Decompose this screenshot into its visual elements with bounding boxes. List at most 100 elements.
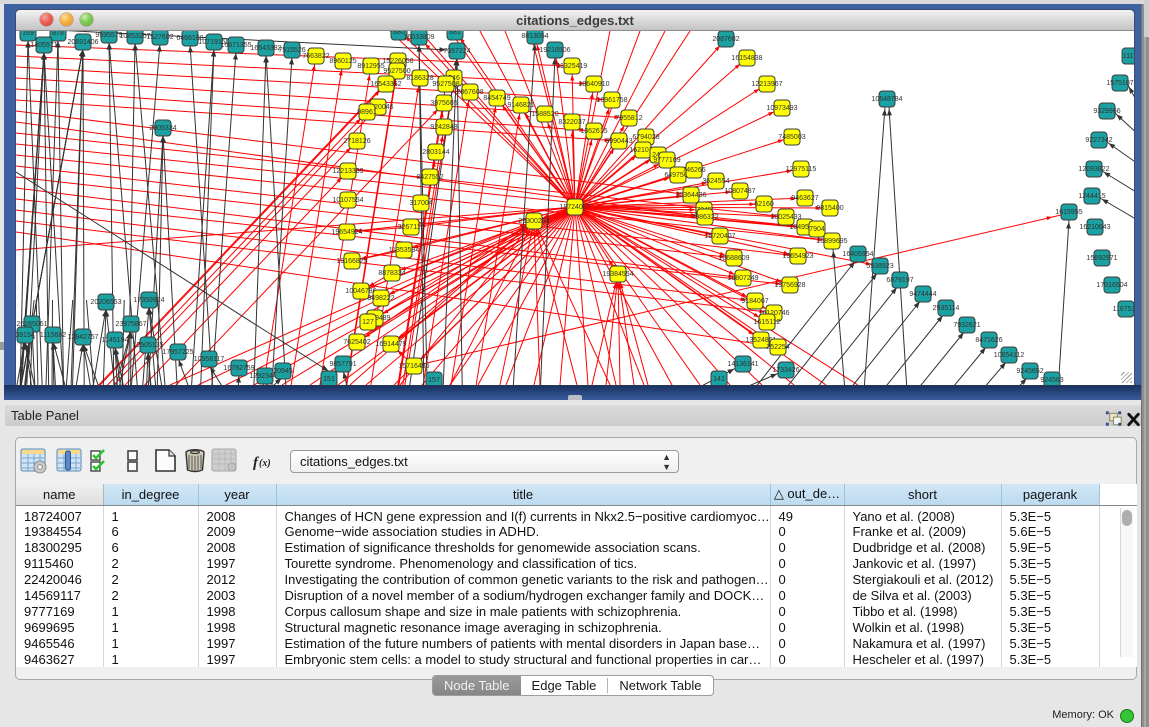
svg-text:5938923: 5938923 xyxy=(866,263,893,270)
svg-text:9463627: 9463627 xyxy=(791,195,818,202)
svg-text:19654924: 19654924 xyxy=(331,229,362,236)
svg-text:9474444: 9474444 xyxy=(909,291,936,298)
svg-text:8471626: 8471626 xyxy=(975,337,1002,344)
svg-text:127: 127 xyxy=(362,319,374,326)
svg-text:12213369: 12213369 xyxy=(332,168,363,175)
svg-text:1115682: 1115682 xyxy=(40,332,66,339)
svg-text:39154: 39154 xyxy=(16,332,35,339)
svg-text:9815400: 9815400 xyxy=(816,205,843,212)
svg-text:15716485: 15716485 xyxy=(398,363,429,370)
svg-text:16914479: 16914479 xyxy=(375,341,406,348)
svg-text:18640910: 18640910 xyxy=(578,81,609,88)
svg-text:1575107: 1575107 xyxy=(1106,80,1133,87)
svg-text:11353594: 11353594 xyxy=(389,247,420,254)
svg-text:20364436: 20364436 xyxy=(675,192,706,199)
svg-text:16782759: 16782759 xyxy=(223,365,254,372)
svg-text:19654923: 19654923 xyxy=(782,253,813,260)
svg-text:2867608: 2867608 xyxy=(456,89,483,96)
svg-text:252254: 252254 xyxy=(766,344,789,351)
svg-text:8990443: 8990443 xyxy=(605,138,632,145)
svg-text:1733426: 1733426 xyxy=(772,367,799,374)
svg-text:1405571: 1405571 xyxy=(30,42,57,49)
svg-text:8427552: 8427552 xyxy=(416,174,443,181)
svg-text:8186328: 8186328 xyxy=(406,75,433,82)
svg-text:16543362: 16543362 xyxy=(370,81,401,88)
svg-text:8912955: 8912955 xyxy=(357,63,384,70)
svg-text:16961758: 16961758 xyxy=(596,97,627,104)
svg-text:19384554: 19384554 xyxy=(602,271,633,278)
svg-text:7625402: 7625402 xyxy=(343,339,370,346)
svg-text:141: 141 xyxy=(713,376,725,383)
svg-text:20945: 20945 xyxy=(273,368,293,375)
svg-text:9245652: 9245652 xyxy=(1016,368,1043,375)
svg-text:11325419: 11325419 xyxy=(557,63,588,70)
svg-text:14136141: 14136141 xyxy=(727,361,758,368)
svg-text:1145194: 1145194 xyxy=(102,337,129,344)
svg-text:1112: 1112 xyxy=(1123,53,1134,60)
svg-text:1527602: 1527602 xyxy=(146,34,173,41)
svg-text:8322037: 8322037 xyxy=(558,119,585,126)
svg-text:16210643: 16210643 xyxy=(1079,224,1110,231)
svg-text:16543382: 16543382 xyxy=(250,45,281,52)
svg-text:15692971: 15692971 xyxy=(1086,255,1117,262)
svg-text:12213967: 12213967 xyxy=(751,81,782,88)
svg-text:2718126: 2718126 xyxy=(343,138,370,145)
svg-text:7663822: 7663822 xyxy=(302,53,329,60)
svg-text:881: 881 xyxy=(449,31,461,36)
svg-text:2803144: 2803144 xyxy=(422,149,449,156)
svg-text:1167533: 1167533 xyxy=(1113,306,1134,313)
svg-text:10899695: 10899695 xyxy=(816,238,847,245)
svg-text:7932621: 7932621 xyxy=(953,322,980,329)
svg-text:1615955: 1615955 xyxy=(1055,209,1082,216)
svg-text:7904: 7904 xyxy=(809,226,825,233)
svg-text:3498222: 3498222 xyxy=(367,295,394,302)
svg-text:10648784: 10648784 xyxy=(871,96,902,103)
svg-text:23975867: 23975867 xyxy=(115,321,146,328)
svg-text:17359924: 17359924 xyxy=(133,297,164,304)
svg-text:12505135: 12505135 xyxy=(132,342,163,349)
svg-text:1244415: 1244415 xyxy=(1078,193,1105,200)
svg-text:20206553: 20206553 xyxy=(90,299,121,306)
svg-text:2935114: 2935114 xyxy=(933,305,960,312)
svg-text:1588520: 1588520 xyxy=(531,111,558,118)
svg-text:19166825: 19166825 xyxy=(336,258,367,265)
svg-text:10973493: 10973493 xyxy=(766,105,797,112)
svg-text:8878334: 8878334 xyxy=(378,270,405,277)
svg-text:10807487: 10807487 xyxy=(724,188,755,195)
svg-text:10958117: 10958117 xyxy=(194,356,225,363)
svg-text:16154838: 16154838 xyxy=(731,55,762,62)
svg-text:98961: 98961 xyxy=(357,109,377,116)
svg-text:10046786: 10046786 xyxy=(345,288,376,295)
svg-text:1362615: 1362615 xyxy=(580,128,607,135)
svg-text:9527500: 9527500 xyxy=(383,68,410,75)
svg-text:8960125: 8960125 xyxy=(329,58,356,65)
svg-text:151: 151 xyxy=(323,376,335,383)
svg-text:12093822: 12093822 xyxy=(1078,166,1109,173)
svg-text:16405954: 16405954 xyxy=(842,251,873,258)
svg-text:18724007: 18724007 xyxy=(559,204,590,211)
svg-text:7986322: 7986322 xyxy=(691,214,718,221)
svg-text:10654112: 10654112 xyxy=(994,352,1025,359)
svg-text:7485003: 7485003 xyxy=(778,134,805,141)
svg-text:9777169: 9777169 xyxy=(653,157,680,164)
svg-text:2087682: 2087682 xyxy=(712,36,739,43)
svg-text:7955812: 7955812 xyxy=(615,115,642,122)
svg-text:6879197: 6879197 xyxy=(886,277,913,284)
svg-text:3624554: 3624554 xyxy=(702,178,729,185)
svg-text:9527508: 9527508 xyxy=(432,81,459,88)
svg-text:10688609: 10688609 xyxy=(718,255,749,262)
svg-text:8454749: 8454749 xyxy=(483,95,510,102)
svg-text:169: 169 xyxy=(22,31,34,37)
svg-text:3267110: 3267110 xyxy=(398,224,425,231)
svg-text:25300293: 25300293 xyxy=(518,218,549,225)
svg-text:9184067: 9184067 xyxy=(741,298,768,305)
svg-text:19756928: 19756928 xyxy=(774,282,805,289)
svg-text:9242848: 9242848 xyxy=(430,124,457,131)
svg-text:9857791: 9857791 xyxy=(329,361,356,368)
svg-text:878: 878 xyxy=(52,31,64,37)
svg-text:(x): (x) xyxy=(259,458,271,469)
svg-text:10025433: 10025433 xyxy=(770,214,801,221)
svg-text:10107554: 10107554 xyxy=(332,197,363,204)
svg-text:16671355: 16671355 xyxy=(220,42,251,49)
svg-text:317004: 317004 xyxy=(409,200,432,207)
